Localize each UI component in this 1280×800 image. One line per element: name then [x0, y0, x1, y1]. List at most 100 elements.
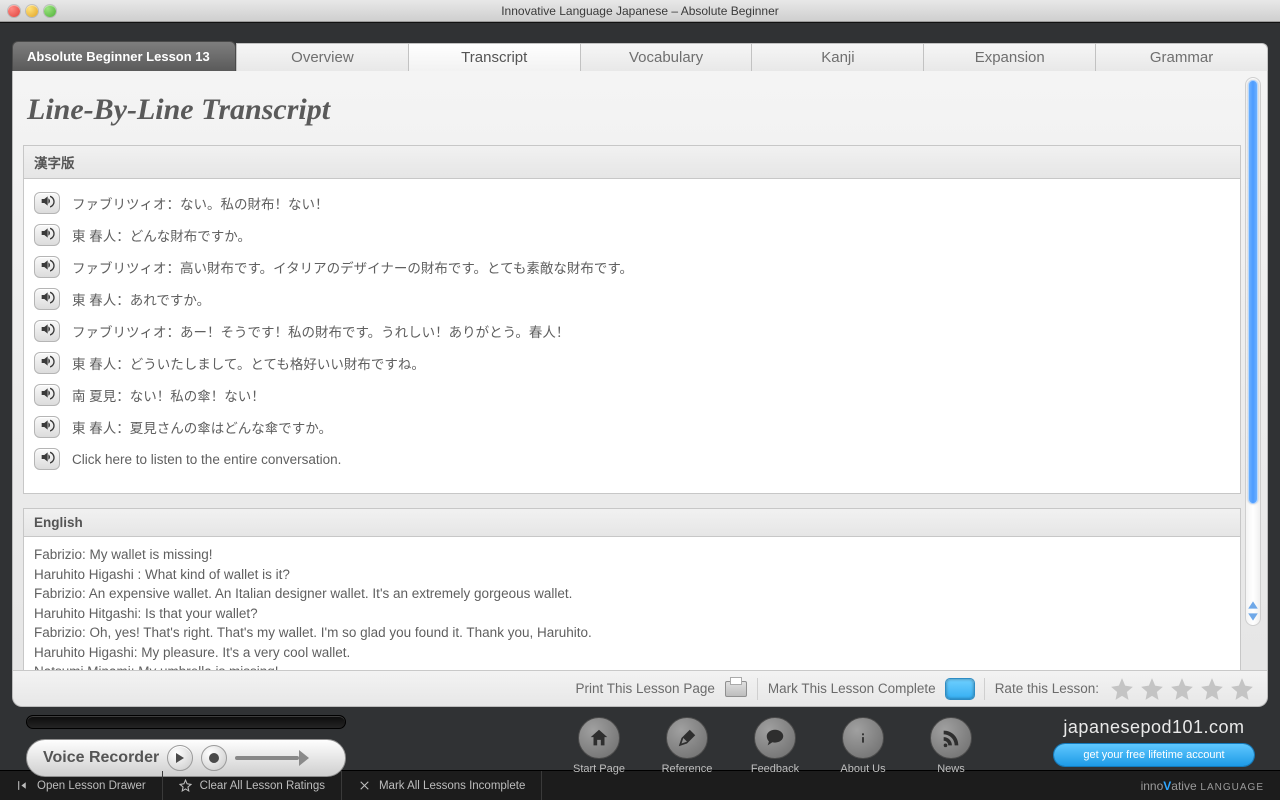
transcript-line-text: 東 春人：夏見さんの傘はどんな傘ですか。 [72, 417, 332, 437]
nav-label: Reference [662, 763, 713, 775]
recorder-volume-slider[interactable] [235, 756, 299, 760]
tab-kanji[interactable]: Kanji [752, 43, 924, 71]
tab-strip: Absolute Beginner Lesson 13 Overview Tra… [12, 39, 1268, 71]
status-label: Open Lesson Drawer [37, 780, 146, 792]
print-lesson-link[interactable]: Print This Lesson Page [576, 681, 715, 696]
nav-label: News [937, 763, 965, 775]
mark-complete-toggle[interactable] [946, 679, 974, 699]
nav-reference[interactable]: Reference [656, 717, 718, 775]
transcript-line-text: ファブリツィオ：高い財布です。イタリアのデザイナーの財布です。とても素敵な財布で… [72, 257, 633, 277]
transcript-line-text: ファブリツィオ：ない。私の財布！ない！ [72, 193, 329, 213]
transcript-line-text: 東 春人：どんな財布ですか。 [72, 225, 251, 245]
brand-title: japanesepod101.com [1054, 717, 1254, 738]
star-icon[interactable] [1199, 676, 1225, 702]
play-line-button[interactable] [34, 448, 60, 470]
transcript-row: 東 春人：どんな財布ですか。 [34, 219, 1230, 251]
transcript-row: ファブリツィオ：高い財布です。イタリアのデザイナーの財布です。とても素敵な財布で… [34, 251, 1230, 283]
star-outline-icon [179, 779, 192, 792]
free-account-button[interactable]: get your free lifetime account [1054, 744, 1254, 766]
page-title: Line-By-Line Transcript [23, 71, 1241, 145]
scroll-down-arrow-icon[interactable] [1247, 611, 1259, 623]
transcript-line-text: 東 春人：あれですか。 [72, 289, 210, 309]
speaker-icon [39, 449, 55, 470]
transcript-row: 東 春人：夏見さんの傘はどんな傘ですか。 [34, 411, 1230, 443]
speech-bubble-icon [754, 717, 796, 759]
speaker-icon [39, 353, 55, 374]
star-icon[interactable] [1139, 676, 1165, 702]
divider [757, 678, 758, 700]
vertical-scrollbar[interactable] [1245, 77, 1261, 626]
speaker-icon [39, 257, 55, 278]
divider [984, 678, 985, 700]
footer-nav: Start Page Reference Feedback About Us N… [568, 717, 982, 775]
play-line-button[interactable] [34, 384, 60, 406]
nav-label: Start Page [573, 763, 625, 775]
nav-label: Feedback [751, 763, 799, 775]
play-line-button[interactable] [34, 416, 60, 438]
brand-text: ative [1171, 779, 1196, 793]
transcript-row: 東 春人：あれですか。 [34, 283, 1230, 315]
recorder-play-button[interactable] [167, 745, 193, 771]
scrollbar-thumb[interactable] [1248, 80, 1258, 504]
home-icon [578, 717, 620, 759]
brand-box: japanesepod101.com get your free lifetim… [1054, 717, 1254, 766]
nav-start-page[interactable]: Start Page [568, 717, 630, 775]
brand-text: LANGUAGE [1197, 782, 1264, 793]
play-line-button[interactable] [34, 288, 60, 310]
status-label: Mark All Lessons Incomplete [379, 780, 525, 792]
transcript-row: 東 春人：どういたしまして。とても格好いい財布ですね。 [34, 347, 1230, 379]
lesson-indicator-label: Absolute Beginner Lesson 13 [27, 49, 210, 64]
nav-about[interactable]: About Us [832, 717, 894, 775]
transcript-line-text: ファブリツィオ：あー！そうです！私の財布です。うれしい！ありがとう。春人！ [72, 321, 569, 341]
x-icon [358, 779, 371, 792]
tab-expansion[interactable]: Expansion [924, 43, 1096, 71]
card-footer: Print This Lesson Page Mark This Lesson … [13, 670, 1267, 706]
recorder-record-button[interactable] [201, 745, 227, 771]
scroll-up-arrow-icon[interactable] [1247, 599, 1259, 611]
play-line-button[interactable] [34, 320, 60, 342]
english-section-header: English [24, 509, 1240, 537]
tab-transcript[interactable]: Transcript [409, 43, 581, 71]
voice-recorder-label: Voice Recorder [43, 749, 159, 767]
star-icon[interactable] [1169, 676, 1195, 702]
star-icon[interactable] [1229, 676, 1255, 702]
tab-label: Vocabulary [629, 49, 703, 66]
english-section-body: Fabrizio: My wallet is missing! Haruhito… [24, 537, 1240, 670]
transcript-row: ファブリツィオ：あー！そうです！私の財布です。うれしい！ありがとう。春人！ [34, 315, 1230, 347]
audio-progress-bar[interactable] [26, 715, 346, 729]
printer-icon[interactable] [725, 681, 747, 697]
play-line-button[interactable] [34, 352, 60, 374]
speaker-icon [39, 321, 55, 342]
window-titlebar: Innovative Language Japanese – Absolute … [0, 0, 1280, 22]
nav-news[interactable]: News [920, 717, 982, 775]
tab-overview[interactable]: Overview [236, 43, 409, 71]
tab-label: Transcript [461, 49, 527, 66]
rating-stars [1109, 676, 1255, 702]
transcript-row: 南 夏見：ない！私の傘！ない！ [34, 379, 1230, 411]
star-icon[interactable] [1109, 676, 1135, 702]
open-lesson-drawer-button[interactable]: Open Lesson Drawer [0, 771, 163, 800]
window-title: Innovative Language Japanese – Absolute … [0, 4, 1280, 18]
drawer-icon [16, 779, 29, 792]
play-line-button[interactable] [34, 192, 60, 214]
speaker-icon [39, 417, 55, 438]
play-line-button[interactable] [34, 224, 60, 246]
app-frame: Absolute Beginner Lesson 13 Overview Tra… [0, 22, 1280, 770]
english-section: English Fabrizio: My wallet is missing! … [23, 508, 1241, 670]
transcript-row: ファブリツィオ：ない。私の財布！ない！ [34, 187, 1230, 219]
brand-text: inno [1141, 779, 1164, 793]
kanji-section-header: 漢字版 [24, 146, 1240, 179]
status-label: Clear All Lesson Ratings [200, 780, 325, 792]
clear-ratings-button[interactable]: Clear All Lesson Ratings [163, 771, 342, 800]
kanji-section: 漢字版 ファブリツィオ：ない。私の財布！ない！ 東 春人：どんな財布ですか。ファブ… [23, 145, 1241, 494]
tab-grammar[interactable]: Grammar [1096, 43, 1268, 71]
play-line-button[interactable] [34, 256, 60, 278]
mark-incomplete-button[interactable]: Mark All Lessons Incomplete [342, 771, 542, 800]
info-icon [842, 717, 884, 759]
tab-vocabulary[interactable]: Vocabulary [581, 43, 753, 71]
mark-complete-link[interactable]: Mark This Lesson Complete [768, 681, 936, 696]
lesson-indicator: Absolute Beginner Lesson 13 [12, 41, 236, 71]
nav-feedback[interactable]: Feedback [744, 717, 806, 775]
tab-label: Expansion [975, 49, 1045, 66]
speaker-icon [39, 385, 55, 406]
